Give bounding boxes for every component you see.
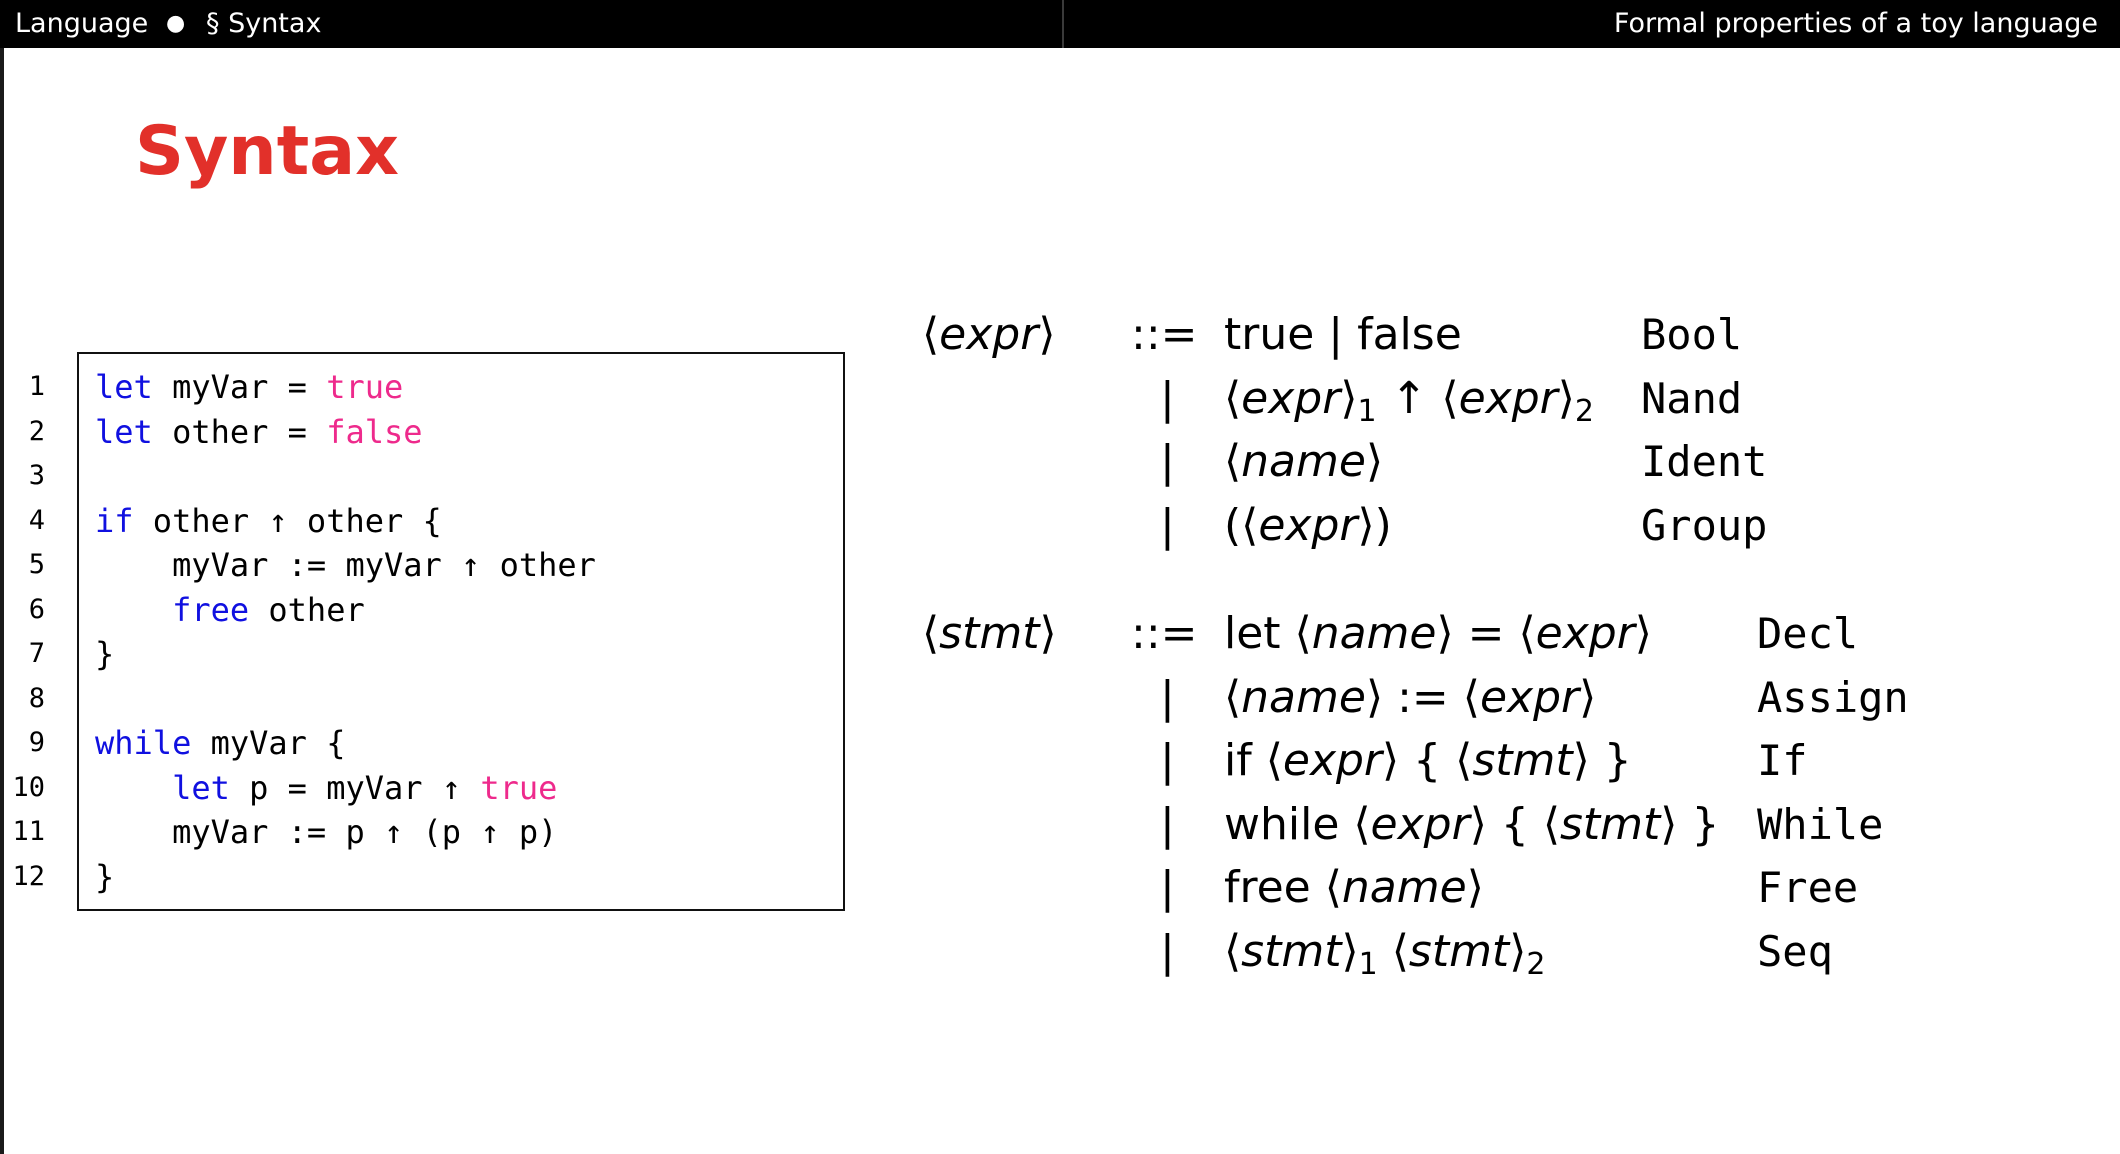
stmt-alternative-bar: | [1160, 925, 1175, 977]
keyword-token: let [172, 768, 230, 807]
line-number: 11 [12, 816, 45, 847]
stmt-rule-label: If [1757, 736, 1808, 785]
code-line: } [95, 635, 114, 673]
expr-production: (⟨expr⟩) [1224, 499, 1392, 551]
breadcrumb-bullet: ● [166, 11, 186, 36]
expr-defines-symbol: ::= [1131, 309, 1198, 360]
expr-rule-label: Ident [1641, 437, 1768, 486]
expr-nonterminal: ⟨expr⟩ [922, 309, 1056, 360]
literal-token: true [326, 368, 404, 406]
expr-rule-label: Group [1641, 500, 1768, 550]
stmt-production: while ⟨expr⟩ { ⟨stmt⟩ } [1224, 798, 1720, 850]
line-number: 5 [28, 549, 45, 580]
stmt-alternative-bar: | [1160, 862, 1175, 913]
code-token: myVar := myVar ↑ other [95, 546, 596, 584]
stmt-production: if ⟨expr⟩ { ⟨stmt⟩ } [1224, 735, 1632, 786]
code-line: myVar := myVar ↑ other [95, 546, 596, 584]
code-line: let other = false [95, 413, 423, 451]
expr-rule-label: Nand [1641, 373, 1743, 423]
code-line: if other ↑ other { [95, 502, 442, 540]
line-number: 2 [28, 415, 45, 447]
line-number: 1 [28, 371, 45, 402]
line-number: 10 [12, 771, 45, 803]
code-line: myVar := p ↑ (p ↑ p) [95, 813, 557, 851]
line-number: 12 [12, 860, 45, 892]
stmt-alternative-bar: | [1160, 798, 1175, 850]
code-token: other [249, 590, 365, 629]
stmt-rule-label: Decl [1757, 609, 1859, 658]
stmt-production: let ⟨name⟩ = ⟨expr⟩ [1224, 608, 1652, 659]
code-line: } [95, 858, 114, 896]
line-number: 8 [28, 682, 45, 714]
stmt-rule-label: While [1757, 799, 1884, 849]
literal-token: true [480, 768, 558, 807]
code-token: } [95, 635, 115, 673]
stmt-production: ⟨stmt⟩1 ⟨stmt⟩2 [1224, 925, 1546, 982]
code-token: myVar = [152, 368, 327, 406]
keyword-token: let [95, 368, 153, 406]
code-token: p = myVar ↑ [229, 768, 481, 807]
keyword-token: while [95, 724, 192, 762]
expr-production: ⟨name⟩ [1224, 436, 1384, 487]
expr-alternative-bar: | [1160, 436, 1175, 487]
presentation-title: Formal properties of a toy language [1613, 8, 2098, 39]
line-number: 4 [28, 504, 45, 536]
code-token: myVar { [191, 724, 346, 762]
expr-rule-label: Bool [1641, 310, 1743, 359]
stmt-alternative-bar: | [1160, 735, 1175, 786]
code-listing: let myVar = true let other = false if othe… [77, 352, 845, 911]
section-breadcrumb-panel [0, 0, 1064, 48]
top-navigation-bar: Language ● § Syntax Formal properties of… [0, 0, 2120, 48]
code-line: free other [95, 591, 365, 629]
expr-production: ⟨expr⟩1 ↑ ⟨expr⟩2 [1224, 372, 1594, 429]
stmt-rule-label: Seq [1757, 926, 1833, 976]
stmt-alternative-bar: | [1160, 671, 1175, 723]
code-token: other ↑ other { [133, 501, 442, 540]
keyword-token: free [172, 590, 250, 629]
expr-alternative-bar: | [1160, 499, 1175, 551]
code-line: while myVar { [95, 724, 345, 762]
keyword-token: let [95, 412, 153, 451]
line-number: 6 [28, 593, 45, 625]
section-link[interactable]: Language [15, 8, 148, 40]
line-number: 3 [28, 460, 45, 491]
code-line: let myVar = true [95, 368, 403, 406]
expr-production: true | false [1224, 309, 1462, 360]
stmt-defines-symbol: ::= [1131, 608, 1198, 659]
expr-alternative-bar: | [1160, 372, 1175, 424]
subsection-link[interactable]: § Syntax [206, 8, 321, 40]
slide-title: Syntax [135, 112, 399, 191]
line-number: 9 [28, 727, 45, 758]
keyword-token: if [95, 501, 134, 540]
stmt-production: ⟨name⟩ := ⟨expr⟩ [1224, 671, 1597, 723]
line-number: 7 [28, 638, 45, 669]
stmt-rule-label: Assign [1757, 672, 1909, 722]
code-token: } [95, 857, 115, 896]
code-line: let p = myVar ↑ true [95, 769, 557, 807]
stmt-rule-label: Free [1757, 863, 1859, 912]
stmt-nonterminal: ⟨stmt⟩ [922, 608, 1057, 659]
code-token: myVar := p ↑ (p ↑ p) [95, 813, 558, 851]
stmt-production: free ⟨name⟩ [1224, 862, 1484, 913]
code-token: other = [152, 412, 327, 451]
literal-token: false [326, 412, 423, 451]
